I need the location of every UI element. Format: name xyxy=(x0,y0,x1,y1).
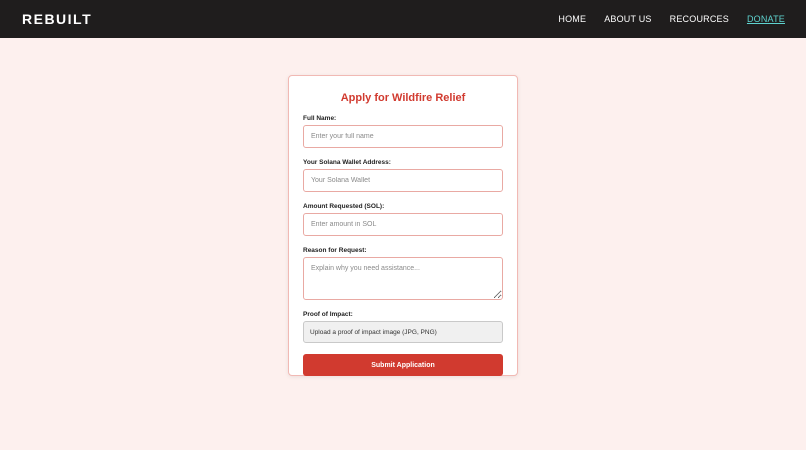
nav-link-home[interactable]: HOME xyxy=(558,14,586,24)
nav-links: HOME ABOUT US RECOURCES DONATE xyxy=(540,14,785,24)
reason-label: Reason for Request: xyxy=(303,247,367,254)
nav-link-resources[interactable]: RECOURCES xyxy=(670,14,729,24)
nav-link-donate[interactable]: DONATE xyxy=(747,14,785,24)
proof-upload-text: Upload a proof of impact image (JPG, PNG… xyxy=(310,328,437,336)
relief-application-form: Apply for Wildfire Relief Full Name: You… xyxy=(288,75,518,376)
full-name-input[interactable] xyxy=(303,125,503,148)
nav-link-about-us[interactable]: ABOUT US xyxy=(604,14,651,24)
wallet-address-input[interactable] xyxy=(303,169,503,192)
wallet-address-label: Your Solana Wallet Address: xyxy=(303,159,391,166)
submit-application-button[interactable]: Submit Application xyxy=(303,354,503,376)
site-logo[interactable]: REBUILT xyxy=(22,11,92,27)
form-title: Apply for Wildfire Relief xyxy=(340,92,466,104)
navbar: REBUILT HOME ABOUT US RECOURCES DONATE xyxy=(0,0,806,38)
amount-input[interactable] xyxy=(303,213,503,236)
proof-upload-field[interactable]: Upload a proof of impact image (JPG, PNG… xyxy=(303,321,503,343)
proof-label: Proof of Impact: xyxy=(303,311,353,318)
full-name-label: Full Name: xyxy=(303,115,337,122)
reason-textarea[interactable] xyxy=(303,257,503,300)
amount-label: Amount Requested (SOL): xyxy=(303,203,385,210)
